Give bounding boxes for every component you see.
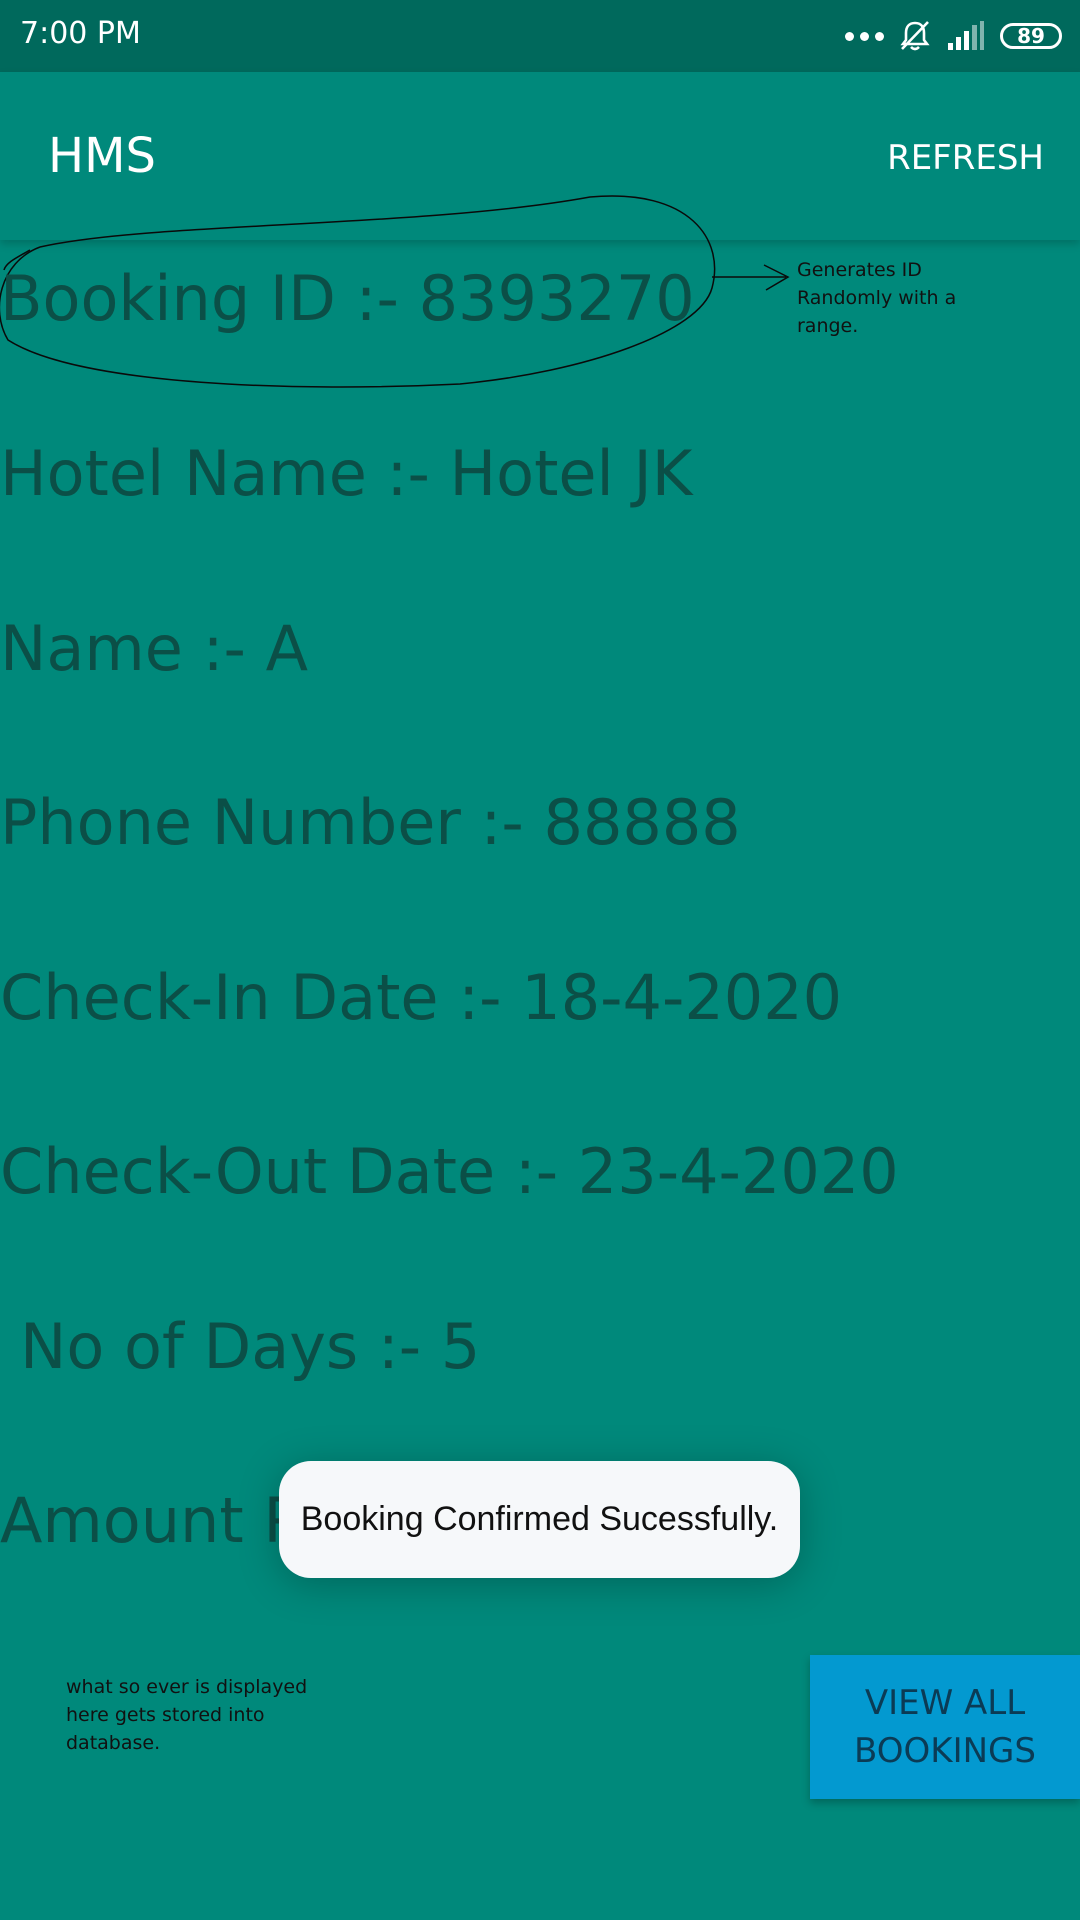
app-title: HMS <box>48 128 156 184</box>
annotation-arrow-head <box>763 264 790 291</box>
signal-icon <box>948 21 984 50</box>
bell-off-icon <box>900 21 930 51</box>
view-all-bookings-button[interactable]: VIEW ALL BOOKINGS <box>810 1655 1080 1799</box>
guest-name-text: Name :- A <box>0 612 309 685</box>
refresh-button[interactable]: REFRESH <box>887 138 1044 178</box>
booking-id-text: Booking ID :- 8393270 <box>0 262 695 335</box>
booking-confirmed-toast: Booking Confirmed Sucessfully. <box>279 1461 800 1578</box>
phone-number-text: Phone Number :- 88888 <box>0 786 741 859</box>
more-dots-icon <box>845 31 884 41</box>
check-out-date-text: Check-Out Date :- 23-4-2020 <box>0 1135 899 1208</box>
app-bar: HMS REFRESH <box>0 72 1080 240</box>
check-in-date-text: Check-In Date :- 18-4-2020 <box>0 961 843 1034</box>
status-time: 7:00 PM <box>20 16 141 51</box>
status-bar: 7:00 PM 89 <box>0 0 1080 72</box>
hotel-name-text: Hotel Name :- Hotel JK <box>0 437 693 510</box>
status-icons: 89 <box>845 14 1062 58</box>
annotation-db-note: what so ever is displayed here gets stor… <box>66 1676 308 1754</box>
annotation-id-note: Generates ID Randomly with a range. <box>797 259 957 337</box>
battery-icon: 89 <box>1000 23 1062 49</box>
days-count-text: No of Days :- 5 <box>20 1310 481 1383</box>
